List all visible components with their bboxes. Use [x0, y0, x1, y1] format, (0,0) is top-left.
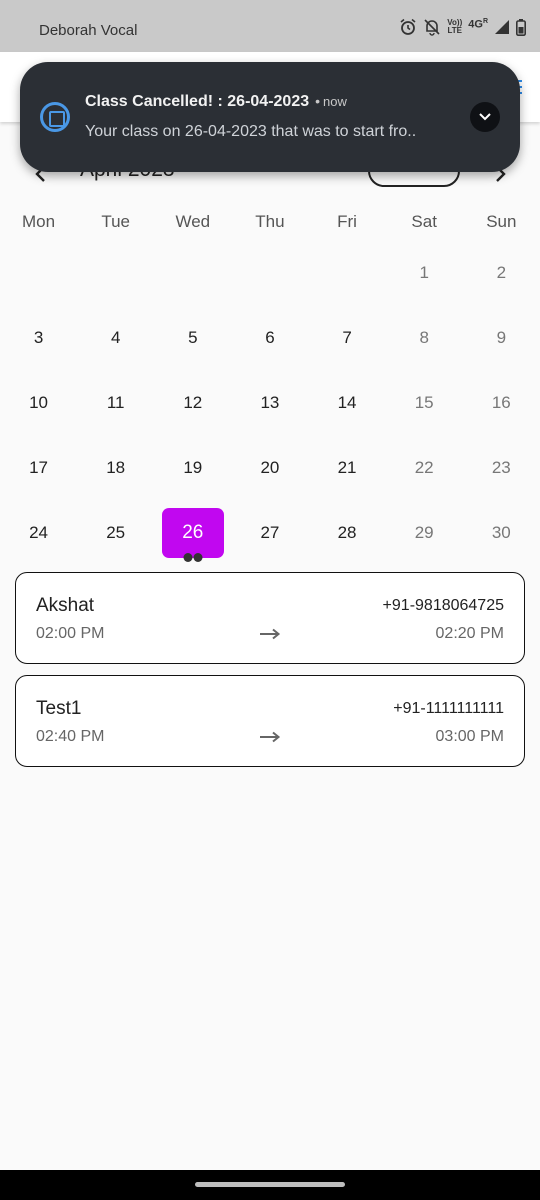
calendar-day-empty — [154, 240, 231, 305]
event-marker-dot — [193, 553, 203, 562]
status-bar: Deborah Vocal Vo)) LTE 4GR — [0, 0, 540, 52]
app-notification-icon — [40, 102, 70, 132]
volte-indicator: Vo)) LTE — [447, 18, 463, 35]
notification-expand-button[interactable] — [470, 102, 500, 132]
weekday-label: Fri — [337, 212, 357, 231]
network-type: 4GR — [468, 17, 488, 31]
event-markers — [183, 553, 203, 562]
weekday-label: Tue — [101, 212, 131, 231]
calendar-day[interactable]: 27 — [231, 500, 308, 565]
calendar-day[interactable]: 21 — [309, 435, 386, 500]
calendar-day[interactable]: 20 — [231, 435, 308, 500]
calendar-day[interactable]: 5 — [154, 305, 231, 370]
appointment-student-name: Akshat — [36, 595, 95, 616]
calendar-day-selected[interactable]: 26 — [154, 500, 231, 565]
calendar-day[interactable]: 19 — [154, 435, 231, 500]
calendar-day[interactable]: 24 — [0, 500, 77, 565]
calendar-day[interactable]: 9 — [463, 305, 540, 370]
calendar-day[interactable]: 13 — [231, 370, 308, 435]
calendar-week: 1 2 — [0, 240, 540, 305]
arrow-right-icon — [260, 731, 281, 743]
calendar-week: 3 4 5 6 7 8 9 — [0, 305, 540, 370]
notification-body: Your class on 26-04-2023 that was to sta… — [85, 123, 417, 140]
status-icons: Vo)) LTE 4GR — [399, 18, 526, 36]
calendar-day-empty — [0, 240, 77, 305]
calendar-day-empty — [77, 240, 154, 305]
weekday-label: Sun — [486, 212, 517, 231]
appointment-card[interactable]: Akshat +91-9818064725 02:00 PM 02:20 PM — [15, 572, 525, 664]
calendar-week: 10 11 12 13 14 15 16 — [0, 370, 540, 435]
calendar-day[interactable]: 10 — [0, 370, 77, 435]
calendar-grid: 1 2 3 4 5 6 7 8 9 10 11 12 13 14 15 16 1… — [0, 240, 540, 565]
appointment-phone: +91-1111111111 — [393, 700, 504, 717]
calendar-day[interactable]: 12 — [154, 370, 231, 435]
weekday-label: Thu — [255, 212, 285, 231]
selected-day-number: 26 — [182, 521, 204, 543]
calendar-day-empty — [309, 240, 386, 305]
battery-icon — [516, 18, 526, 36]
calendar-day[interactable]: 16 — [463, 370, 540, 435]
bell-off-icon — [424, 19, 440, 36]
appointment-end-time: 02:20 PM — [435, 625, 504, 642]
appointment-list: Akshat +91-9818064725 02:00 PM 02:20 PM … — [15, 572, 525, 778]
calendar-day[interactable]: 25 — [77, 500, 154, 565]
appointment-phone: +91-9818064725 — [382, 597, 504, 614]
calendar-day[interactable]: 17 — [0, 435, 77, 500]
calendar-day[interactable]: 8 — [386, 305, 463, 370]
signal-icon — [495, 20, 509, 34]
calendar-day[interactable]: 3 — [0, 305, 77, 370]
calendar-day[interactable]: 22 — [386, 435, 463, 500]
home-gesture-handle[interactable] — [195, 1182, 345, 1187]
weekday-label: Wed — [175, 212, 211, 231]
event-marker-dot — [183, 553, 193, 562]
notification-separator: • — [315, 93, 321, 109]
chevron-down-icon — [479, 113, 491, 121]
calendar-day[interactable]: 30 — [463, 500, 540, 565]
calendar-day[interactable]: 23 — [463, 435, 540, 500]
calendar-day[interactable]: 18 — [77, 435, 154, 500]
calendar-day[interactable]: 29 — [386, 500, 463, 565]
calendar-day[interactable]: 7 — [309, 305, 386, 370]
status-carrier-name: Deborah Vocal — [39, 22, 138, 39]
calendar-day[interactable]: 1 — [386, 240, 463, 305]
calendar-day[interactable]: 11 — [77, 370, 154, 435]
appointment-student-name: Test1 — [36, 698, 82, 719]
calendar-day[interactable]: 2 — [463, 240, 540, 305]
weekday-label: Sat — [411, 212, 437, 231]
weekday-header: Mon Tue Wed Thu Fri Sat Sun — [0, 212, 540, 232]
calendar-day[interactable]: 4 — [77, 305, 154, 370]
appointment-start-time: 02:00 PM — [36, 625, 105, 642]
notification-card[interactable]: Class Cancelled! : 26-04-2023 • now Your c… — [20, 62, 520, 172]
calendar-day[interactable]: 15 — [386, 370, 463, 435]
notification-time: now — [323, 94, 347, 109]
calendar-day[interactable]: 6 — [231, 305, 308, 370]
notification-header: Class Cancelled! : 26-04-2023 • now — [85, 93, 347, 111]
calendar-week: 24 25 26 27 28 29 30 — [0, 500, 540, 565]
appointment-start-time: 02:40 PM — [36, 728, 105, 745]
appointment-end-time: 03:00 PM — [435, 728, 504, 745]
appointment-card[interactable]: Test1 +91-1111111111 02:40 PM 03:00 PM — [15, 675, 525, 767]
calendar-week: 17 18 19 20 21 22 23 — [0, 435, 540, 500]
calendar-day[interactable]: 14 — [309, 370, 386, 435]
alarm-icon — [400, 18, 416, 35]
notification-title: Class Cancelled! : 26-04-2023 — [85, 93, 310, 110]
arrow-right-icon — [260, 628, 281, 640]
calendar-day-empty — [231, 240, 308, 305]
system-navigation-bar — [0, 1170, 540, 1200]
weekday-label: Mon — [22, 212, 56, 231]
calendar-day[interactable]: 28 — [309, 500, 386, 565]
